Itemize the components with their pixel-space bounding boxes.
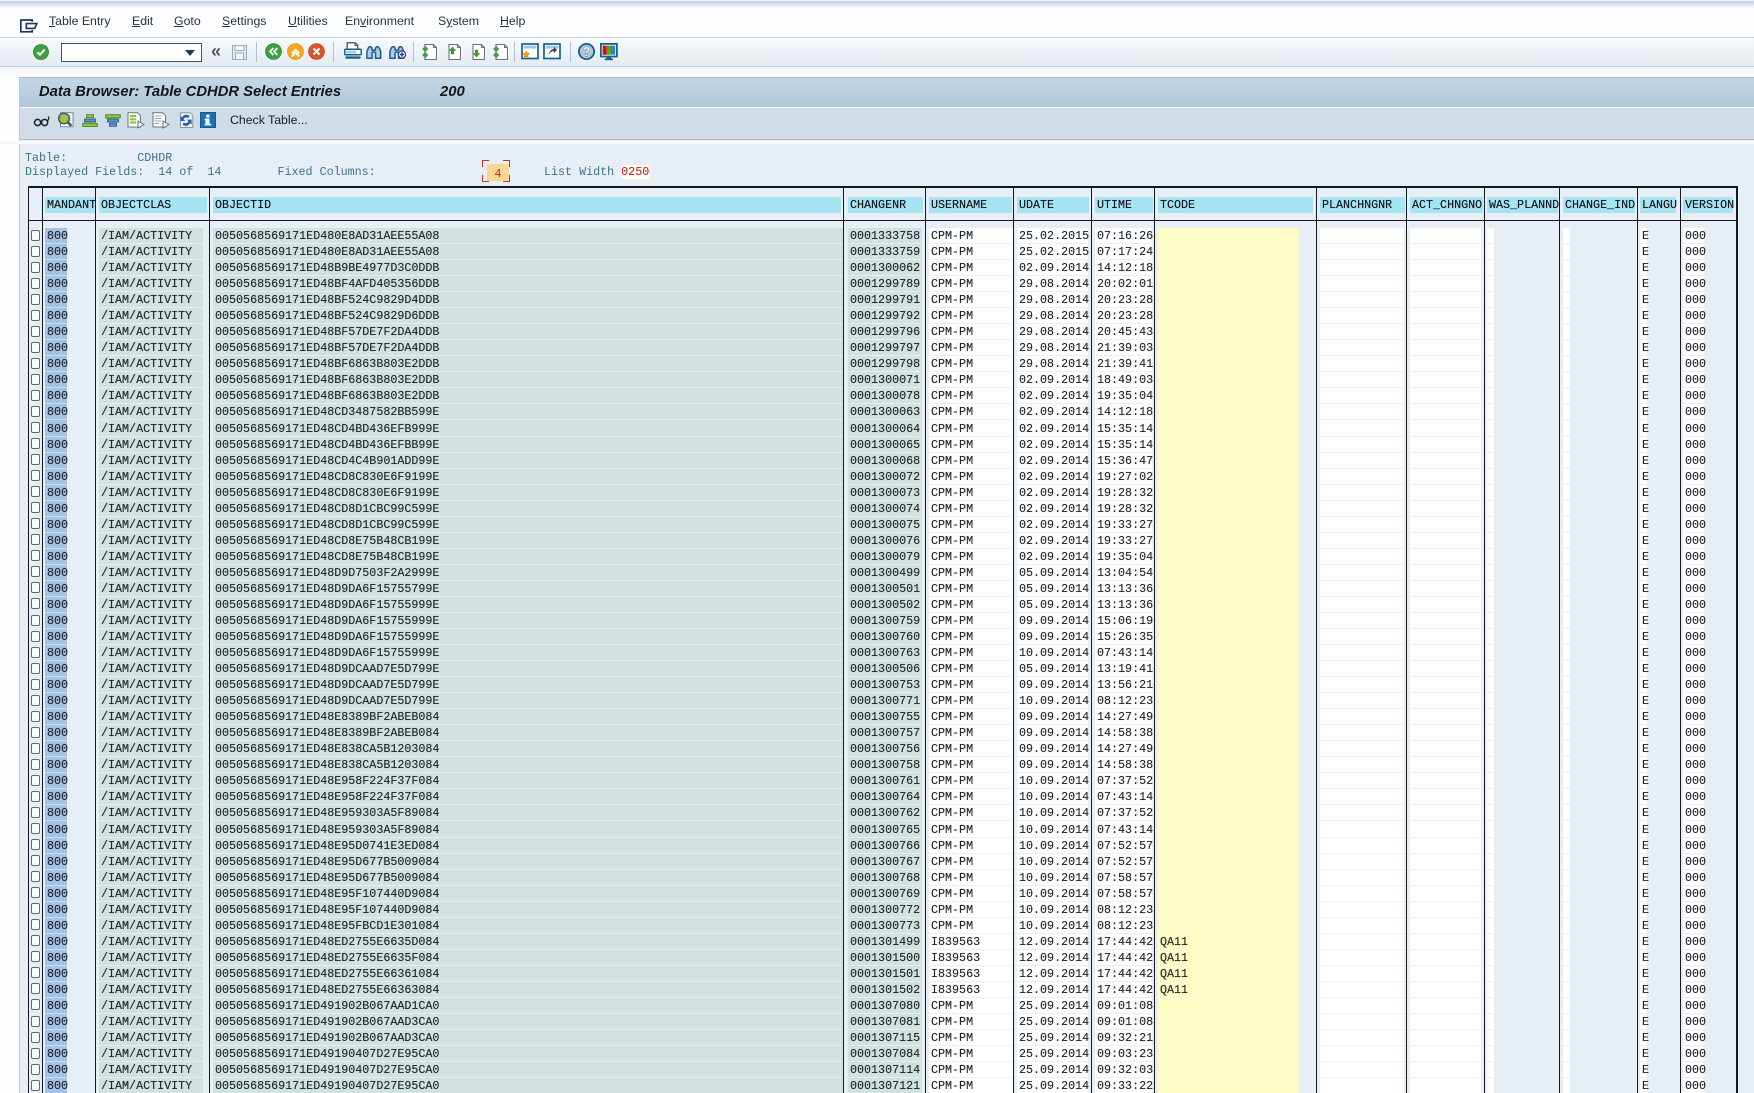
svg-text:?: ? (583, 44, 591, 59)
